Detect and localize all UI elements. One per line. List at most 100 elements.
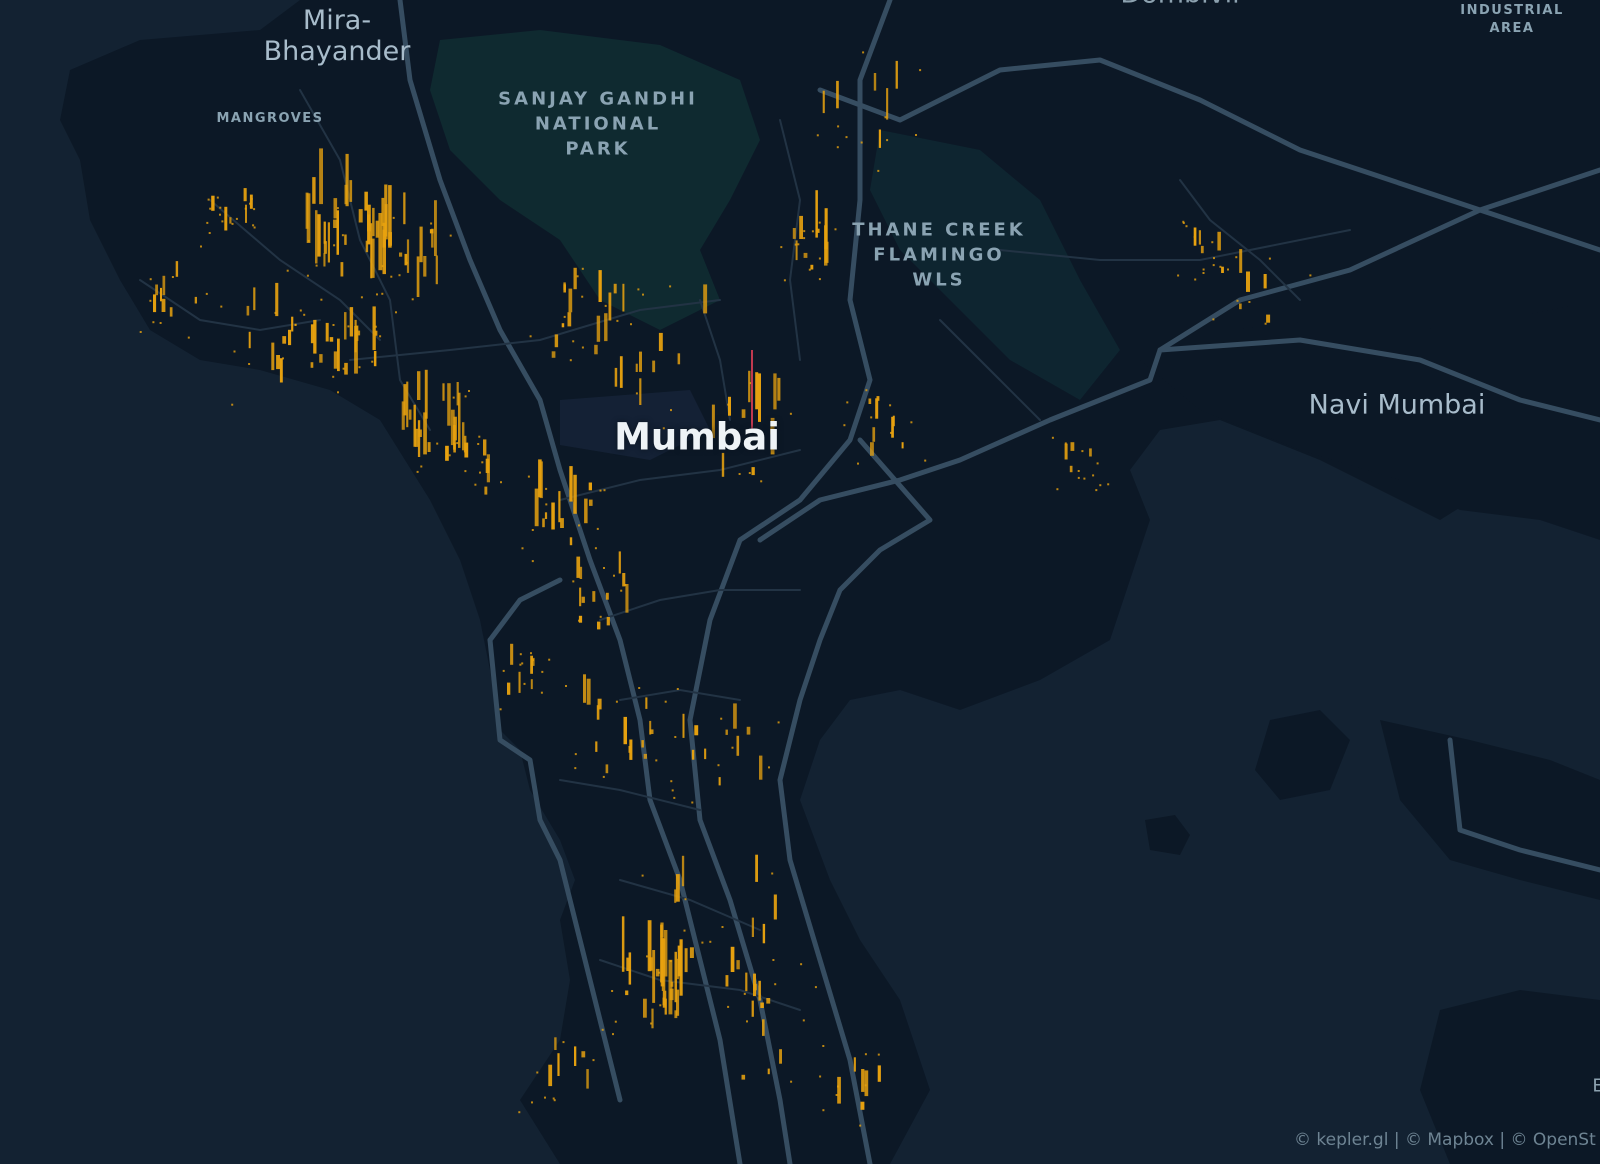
- hex-column: [408, 409, 412, 420]
- hex-column-dot: [803, 230, 806, 233]
- hex-column: [639, 378, 642, 405]
- hex-column: [581, 1051, 586, 1058]
- hex-column: [625, 990, 629, 996]
- hex-column: [660, 922, 664, 938]
- hex-column: [445, 445, 449, 461]
- hex-column-dot: [602, 775, 605, 778]
- hex-column-dot: [411, 298, 414, 301]
- hex-column: [605, 592, 609, 600]
- hex-column: [597, 621, 601, 630]
- hex-column: [569, 466, 573, 502]
- hex-column: [317, 214, 321, 257]
- hex-column: [161, 298, 166, 312]
- hex-column-dot: [208, 232, 211, 234]
- hex-column: [530, 655, 533, 674]
- hex-column: [573, 267, 577, 290]
- hex-column-dot: [637, 288, 640, 291]
- hex-column-dot: [523, 682, 526, 685]
- hex-column-dot: [416, 470, 419, 473]
- hex-column-dot: [731, 746, 734, 749]
- hex-column: [539, 461, 543, 499]
- hex-column-dot: [614, 1020, 617, 1023]
- hex-column: [462, 422, 465, 451]
- hex-column-dot: [502, 669, 505, 672]
- hex-column-dot: [207, 198, 210, 201]
- hex-column: [745, 972, 748, 992]
- hex-column-dot: [818, 278, 821, 281]
- hex-column: [554, 1037, 557, 1050]
- hex-column: [453, 425, 456, 450]
- hex-column-dot: [569, 359, 572, 362]
- hex-column-dot: [721, 926, 724, 928]
- hex-column-dot: [205, 292, 208, 295]
- hex-column: [1221, 266, 1224, 273]
- hex-column-dot: [1194, 278, 1197, 281]
- hex-column: [162, 275, 166, 296]
- hex-column-dot: [599, 489, 602, 492]
- hex-column-highlight: [751, 350, 753, 430]
- hex-column-dot: [333, 244, 336, 247]
- hex-column-dot: [1212, 318, 1215, 321]
- hex-column-dot: [521, 547, 524, 550]
- hex-column-dot: [592, 1059, 595, 1062]
- hex-column: [554, 334, 559, 348]
- hex-column: [484, 486, 488, 495]
- hex-column-dot: [565, 685, 567, 687]
- hex-column-dot: [1236, 299, 1239, 302]
- hex-column: [860, 1101, 865, 1110]
- hex-column: [388, 185, 392, 248]
- hex-column-dot: [299, 309, 302, 312]
- hex-column-dot: [231, 403, 234, 406]
- hex-column: [758, 980, 761, 1001]
- hex-column: [689, 947, 694, 958]
- hex-column-dot: [760, 480, 763, 483]
- hex-column: [323, 221, 326, 244]
- hex-column: [618, 551, 621, 574]
- hex-column-dot: [1107, 483, 1110, 486]
- hex-column: [429, 229, 434, 234]
- hex-column-dot: [574, 767, 577, 770]
- hex-column-dot: [499, 708, 502, 711]
- hex-column-dot: [818, 257, 821, 260]
- hex-column-dot: [1212, 264, 1215, 267]
- hex-column: [608, 292, 612, 321]
- hex-column: [548, 1064, 553, 1087]
- hex-column: [175, 261, 179, 277]
- hex-column-dot: [548, 658, 551, 661]
- hex-column-dot: [219, 213, 221, 216]
- hex-column: [861, 1069, 865, 1092]
- hex-column: [510, 643, 514, 665]
- hex-column-dot: [771, 872, 774, 875]
- hex-column: [1198, 230, 1201, 245]
- hex-column: [605, 764, 609, 774]
- hex-column-dot: [332, 324, 335, 326]
- hex-column-dot: [1177, 274, 1180, 277]
- hex-column-dot: [376, 293, 378, 296]
- hex-column-dot: [594, 547, 597, 550]
- hex-column: [621, 916, 625, 972]
- hex-column: [406, 239, 410, 273]
- hex-column: [423, 256, 427, 277]
- hex-column-dot: [705, 428, 708, 431]
- hex-column: [766, 998, 771, 1004]
- hex-column: [333, 351, 338, 369]
- hex-column-dot: [604, 304, 607, 307]
- hex-column: [367, 214, 371, 245]
- hex-column: [1089, 448, 1092, 457]
- map-canvas[interactable]: Mira- Bhayander MANGROVES SANJAY GANDHI …: [0, 0, 1600, 1164]
- hex-column-dot: [1213, 257, 1215, 260]
- hex-column-dot: [358, 366, 361, 369]
- hex-column-dot: [837, 1085, 839, 1088]
- hex-column: [837, 1076, 841, 1104]
- map-attribution[interactable]: © kepler.gl | © Mapbox | © OpenSt: [1294, 1130, 1596, 1150]
- hex-column: [901, 442, 904, 449]
- hex-column-dot: [624, 584, 627, 586]
- hex-column: [325, 322, 329, 342]
- hex-column-dot: [398, 274, 401, 277]
- hex-column: [583, 674, 586, 703]
- hex-column: [677, 945, 682, 977]
- hex-column: [378, 213, 383, 271]
- hex-column-dot: [1056, 488, 1059, 491]
- hex-column-dot: [822, 1045, 825, 1047]
- hex-column: [728, 396, 731, 416]
